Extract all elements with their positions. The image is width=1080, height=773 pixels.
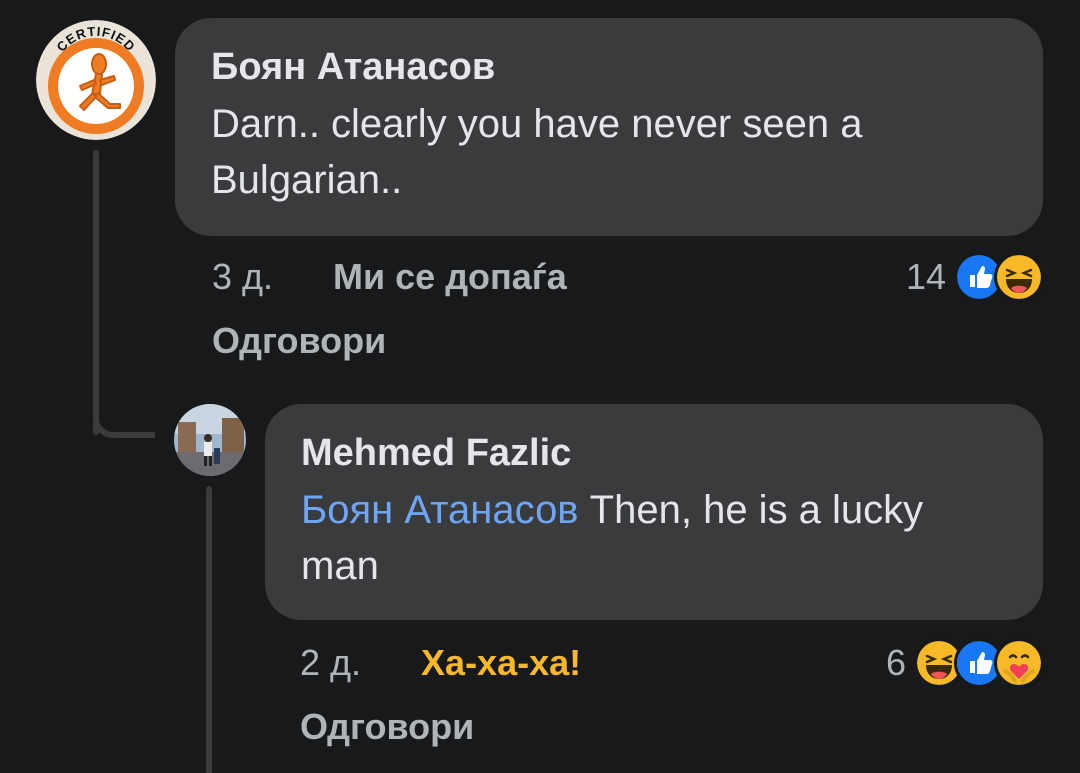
- reply-author-name[interactable]: Mehmed Fazlic: [301, 430, 1007, 476]
- comment-author-name[interactable]: Боян Атанасов: [211, 44, 1007, 90]
- comment-thread: CERTIFIED Боян Атанасов Darn.. clearly y…: [0, 0, 1080, 773]
- commenter-avatar[interactable]: CERTIFIED: [36, 20, 156, 140]
- reply-author-avatar[interactable]: [174, 404, 246, 476]
- reply-button[interactable]: Одговори: [212, 320, 386, 362]
- reply-text-container: Боян Атанасов Then, he is a lucky man: [301, 482, 1007, 594]
- profile-photo-icon: [174, 404, 246, 476]
- reply-thread-connector-line: [206, 486, 212, 773]
- mention-link[interactable]: Боян Атанасов: [301, 488, 579, 532]
- reaction-count: 14: [905, 256, 946, 297]
- haha-reaction-button[interactable]: Ха-ха-ха!: [421, 642, 581, 684]
- certified-badge-avatar-icon: CERTIFIED: [36, 20, 156, 140]
- comment-timestamp[interactable]: 3 д.: [212, 256, 273, 298]
- comment-text: Darn.. clearly you have never seen a Bul…: [211, 102, 863, 202]
- care-icon: [994, 638, 1044, 688]
- reaction-count: 6: [885, 642, 906, 683]
- haha-icon: [994, 252, 1044, 302]
- comment-bubble: Боян Атанасов Darn.. clearly you have ne…: [175, 18, 1043, 236]
- thread-connector-elbow: [93, 380, 155, 438]
- reply-actions: 2 д. Ха-ха-ха!: [300, 642, 581, 684]
- comment-reactions[interactable]: 14: [906, 252, 1044, 302]
- like-button[interactable]: Ми се допаѓа: [333, 256, 567, 298]
- reply-to-reply-button[interactable]: Одговори: [300, 706, 474, 748]
- reply-timestamp[interactable]: 2 д.: [300, 642, 361, 684]
- reply-reactions[interactable]: 6: [886, 638, 1044, 688]
- comment-actions: 3 д. Ми се допаѓа: [212, 256, 567, 298]
- reply-bubble: Mehmed Fazlic Боян Атанасов Then, he is …: [265, 404, 1043, 620]
